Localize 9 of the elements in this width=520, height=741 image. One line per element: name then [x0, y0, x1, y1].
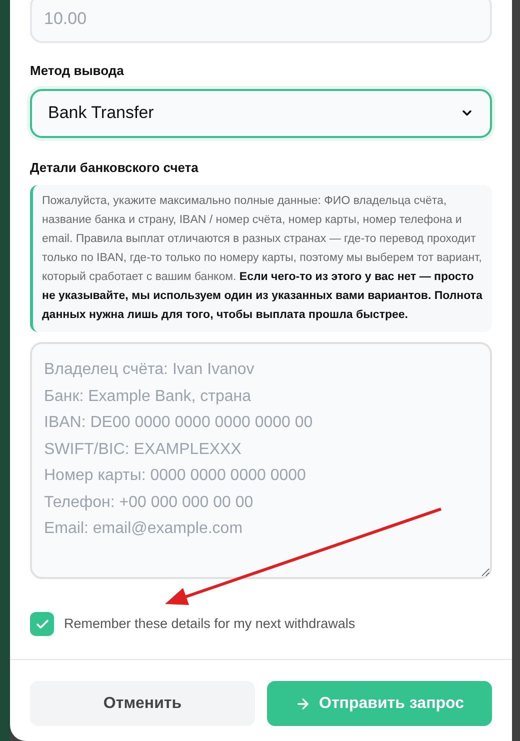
remember-label: Remember these details for my next withdrawals — [64, 614, 356, 633]
field-label: Метод вывода — [30, 62, 125, 80]
amount-field[interactable]: 10.00 — [30, 0, 492, 43]
cancel-button[interactable]: Отменить — [30, 681, 255, 726]
info-note: Пожалуйста, укажите максимально полные данные: ФИО владельца счёта, название банка и страну, IBAN / номер счёта, номер карты, номер телефона и email. Правила выплат отличаются в разных странах — где-то перевод проходит только по IBAN, где-то только по номеру карты, поэтому мы выберем тот вариант, который сработает с вашим банком. Если чего-то из этого у вас нет — просто не указывайте, мы используем один из указанных вами вариантов. Полнота данных нужна лишь для того, чтобы выплата прошла быстрее. — [30, 185, 492, 332]
field-label: Детали банковского счета — [30, 158, 200, 177]
remember-checkbox[interactable] — [30, 612, 54, 636]
arrow-right-icon — [295, 696, 312, 712]
bank-details-field[interactable]: Владелец счёта: Ivan Ivanov Банк: Example Bank, страна IBAN: DE00 0000 0000 0000 0000 00 SWIFT/BIC: EXAMPLEXXX Номер карты: 0000 0000 0000 0000 Телефон: +00 000 000 00 00 Email: email@example.com — [30, 342, 492, 579]
